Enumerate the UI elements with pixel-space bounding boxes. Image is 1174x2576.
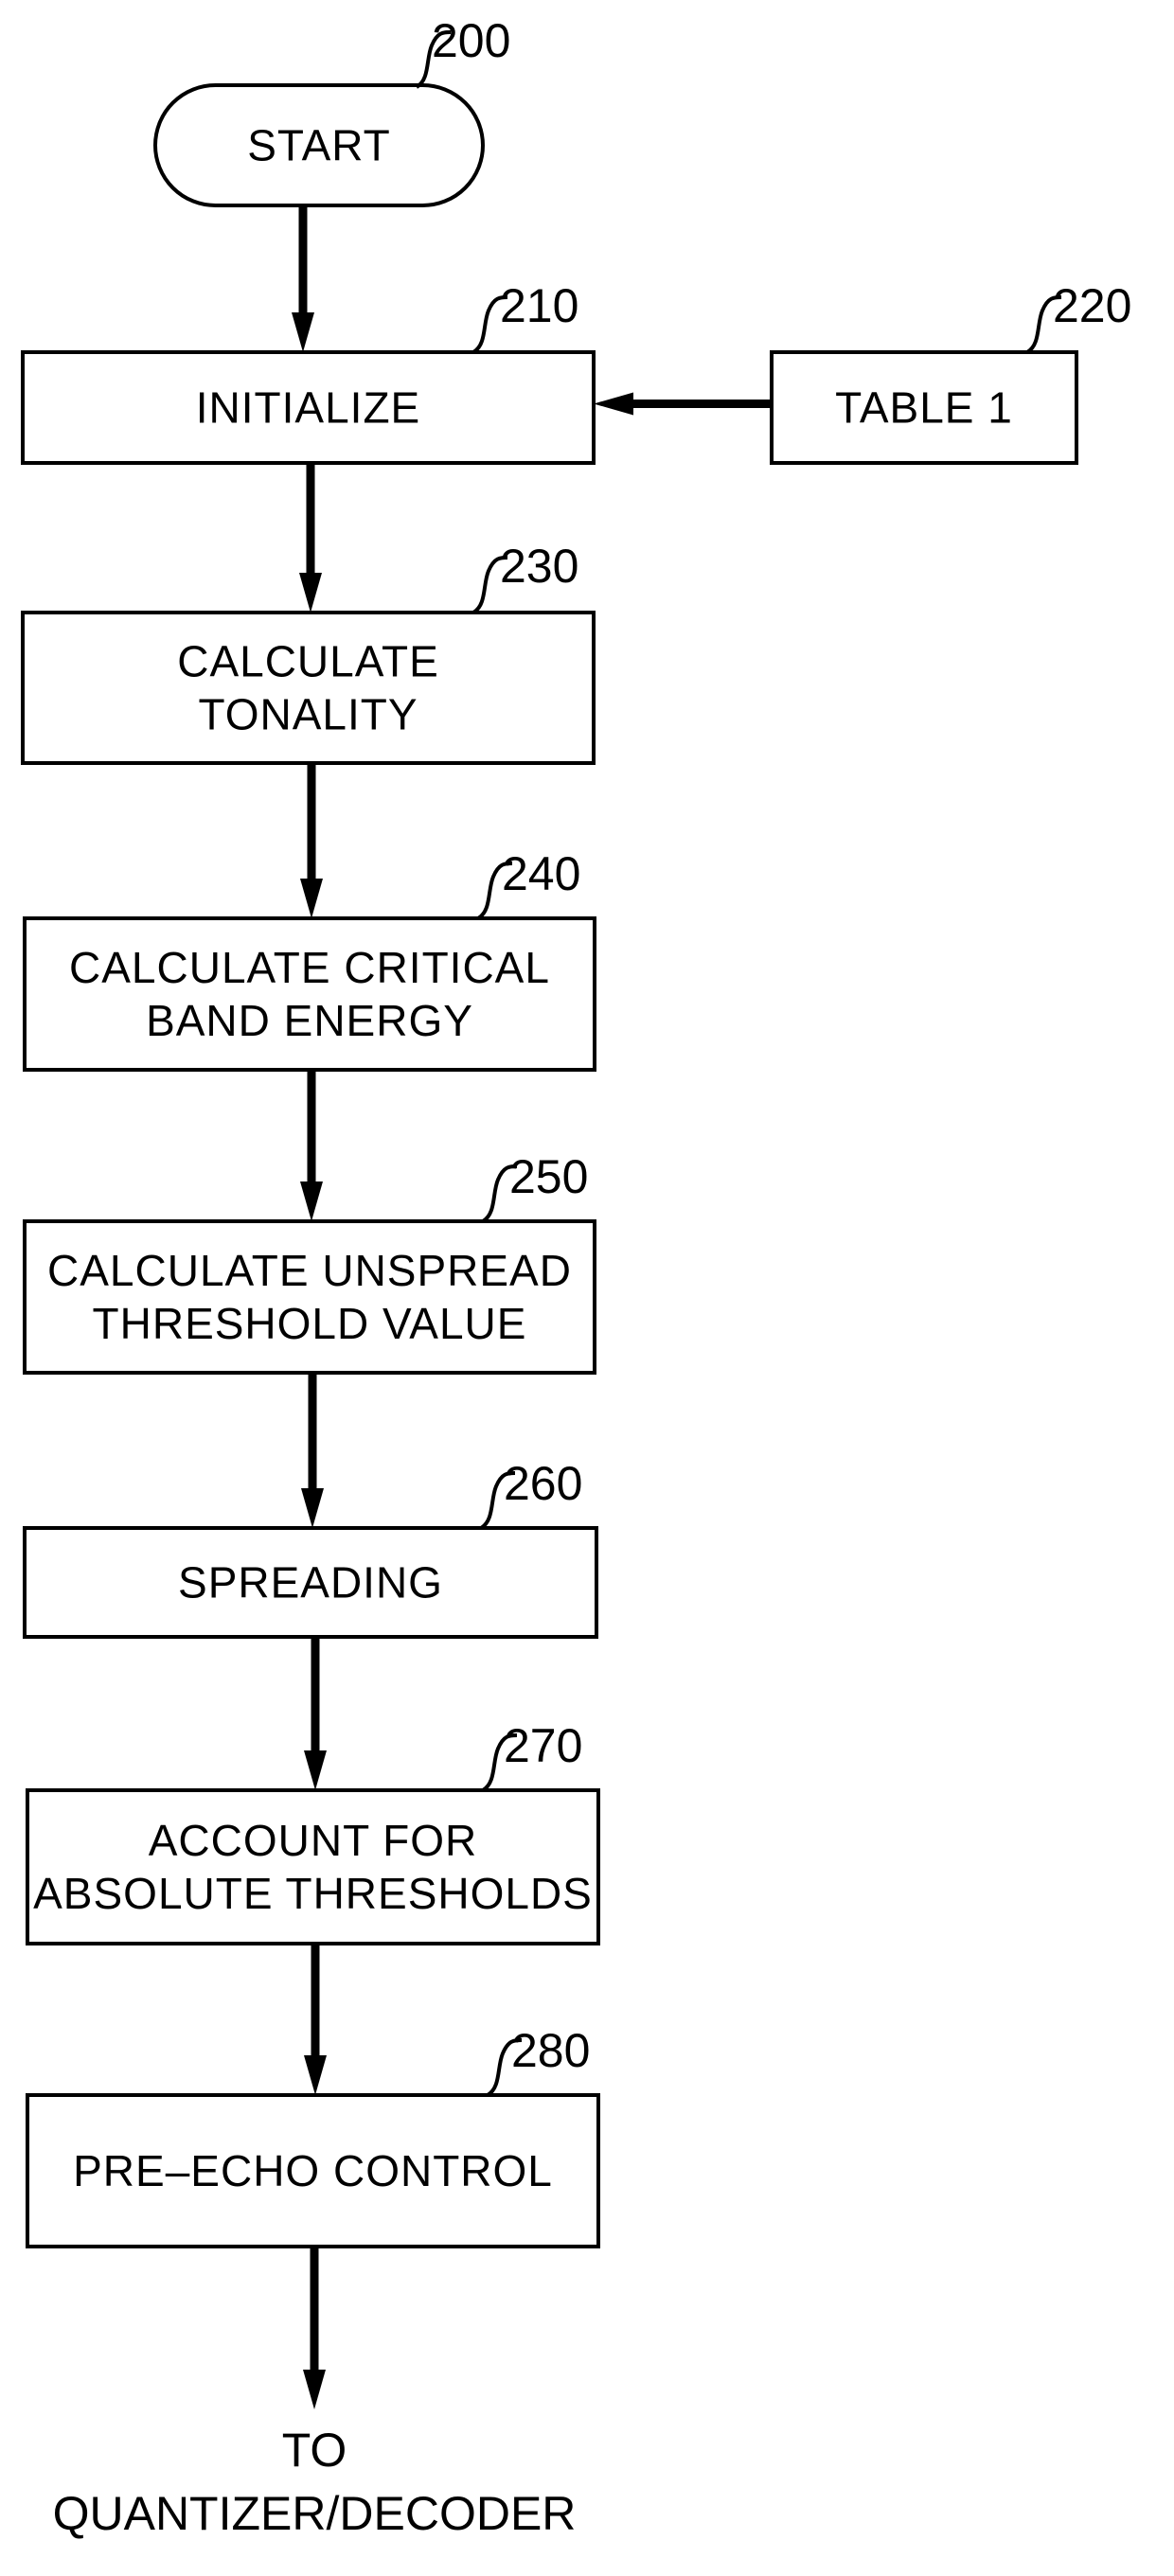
process-box bbox=[26, 1788, 600, 1945]
node-220: TABLE 1 220 bbox=[770, 279, 1131, 465]
edge-200-210 bbox=[292, 205, 314, 352]
node-210: INITIALIZE 210 bbox=[21, 279, 596, 465]
node-label-line: CALCULATE UNSPREAD bbox=[47, 1246, 572, 1295]
edge-240-250 bbox=[300, 1070, 323, 1221]
edge-270-280 bbox=[304, 1944, 327, 2095]
reference-numeral: 270 bbox=[504, 1719, 582, 1772]
arrow-head-icon bbox=[292, 312, 314, 352]
edge-230-240 bbox=[300, 763, 323, 918]
nodes: START 200 INITIALIZE 210 TABLE 1 220 CALCULATE… bbox=[21, 14, 1131, 2248]
edge-210-230 bbox=[299, 463, 322, 613]
arrow-head-icon bbox=[300, 879, 323, 918]
arrow-head-icon bbox=[300, 1181, 323, 1221]
edge-280-output bbox=[303, 2247, 326, 2409]
node-label-line: CALCULATE CRITICAL bbox=[69, 943, 550, 992]
reference-numeral: 230 bbox=[500, 540, 578, 593]
output-label: TO QUANTIZER/DECODER bbox=[53, 2424, 577, 2540]
output-line-1: TO bbox=[282, 2424, 347, 2477]
edge-250-260 bbox=[301, 1373, 324, 1528]
reference-numeral: 260 bbox=[504, 1457, 582, 1510]
arrow-head-icon bbox=[303, 2370, 326, 2409]
node-label-line: ACCOUNT FOR bbox=[149, 1816, 478, 1865]
arrow-head-icon bbox=[301, 1488, 324, 1528]
arrow-head-icon bbox=[304, 2055, 327, 2095]
reference-numeral: 250 bbox=[509, 1150, 588, 1203]
node-label-line: THRESHOLD VALUE bbox=[93, 1299, 527, 1348]
edge-260-270 bbox=[304, 1637, 327, 1790]
process-box bbox=[21, 611, 596, 765]
node-label-line: START bbox=[247, 121, 391, 170]
node-label-line: SPREADING bbox=[178, 1558, 443, 1608]
process-box bbox=[23, 1219, 596, 1375]
process-box bbox=[23, 916, 596, 1072]
reference-numeral: 200 bbox=[432, 14, 510, 67]
flowchart: START 200 INITIALIZE 210 TABLE 1 220 CALCULATE… bbox=[21, 14, 1131, 2540]
node-label-line: CALCULATE bbox=[177, 637, 439, 686]
node-label-line: BAND ENERGY bbox=[146, 996, 473, 1045]
reference-numeral: 210 bbox=[500, 279, 578, 332]
reference-numeral: 280 bbox=[511, 2024, 590, 2077]
node-label-line: TABLE 1 bbox=[835, 383, 1013, 433]
arrow-head-icon bbox=[594, 392, 633, 416]
node-label-line: INITIALIZE bbox=[196, 383, 420, 433]
node-label-line: TONALITY bbox=[198, 690, 418, 739]
arrow-head-icon bbox=[299, 573, 322, 613]
node-label-line: PRE–ECHO CONTROL bbox=[73, 2146, 553, 2195]
node-label-line: ABSOLUTE THRESHOLDS bbox=[33, 1869, 593, 1918]
node-200: START 200 bbox=[153, 14, 510, 207]
arrow-head-icon bbox=[304, 1750, 327, 1790]
output-line-2: QUANTIZER/DECODER bbox=[53, 2487, 577, 2540]
edge-220-210 bbox=[594, 392, 772, 416]
reference-numeral: 240 bbox=[502, 847, 580, 900]
reference-numeral: 220 bbox=[1053, 279, 1131, 332]
